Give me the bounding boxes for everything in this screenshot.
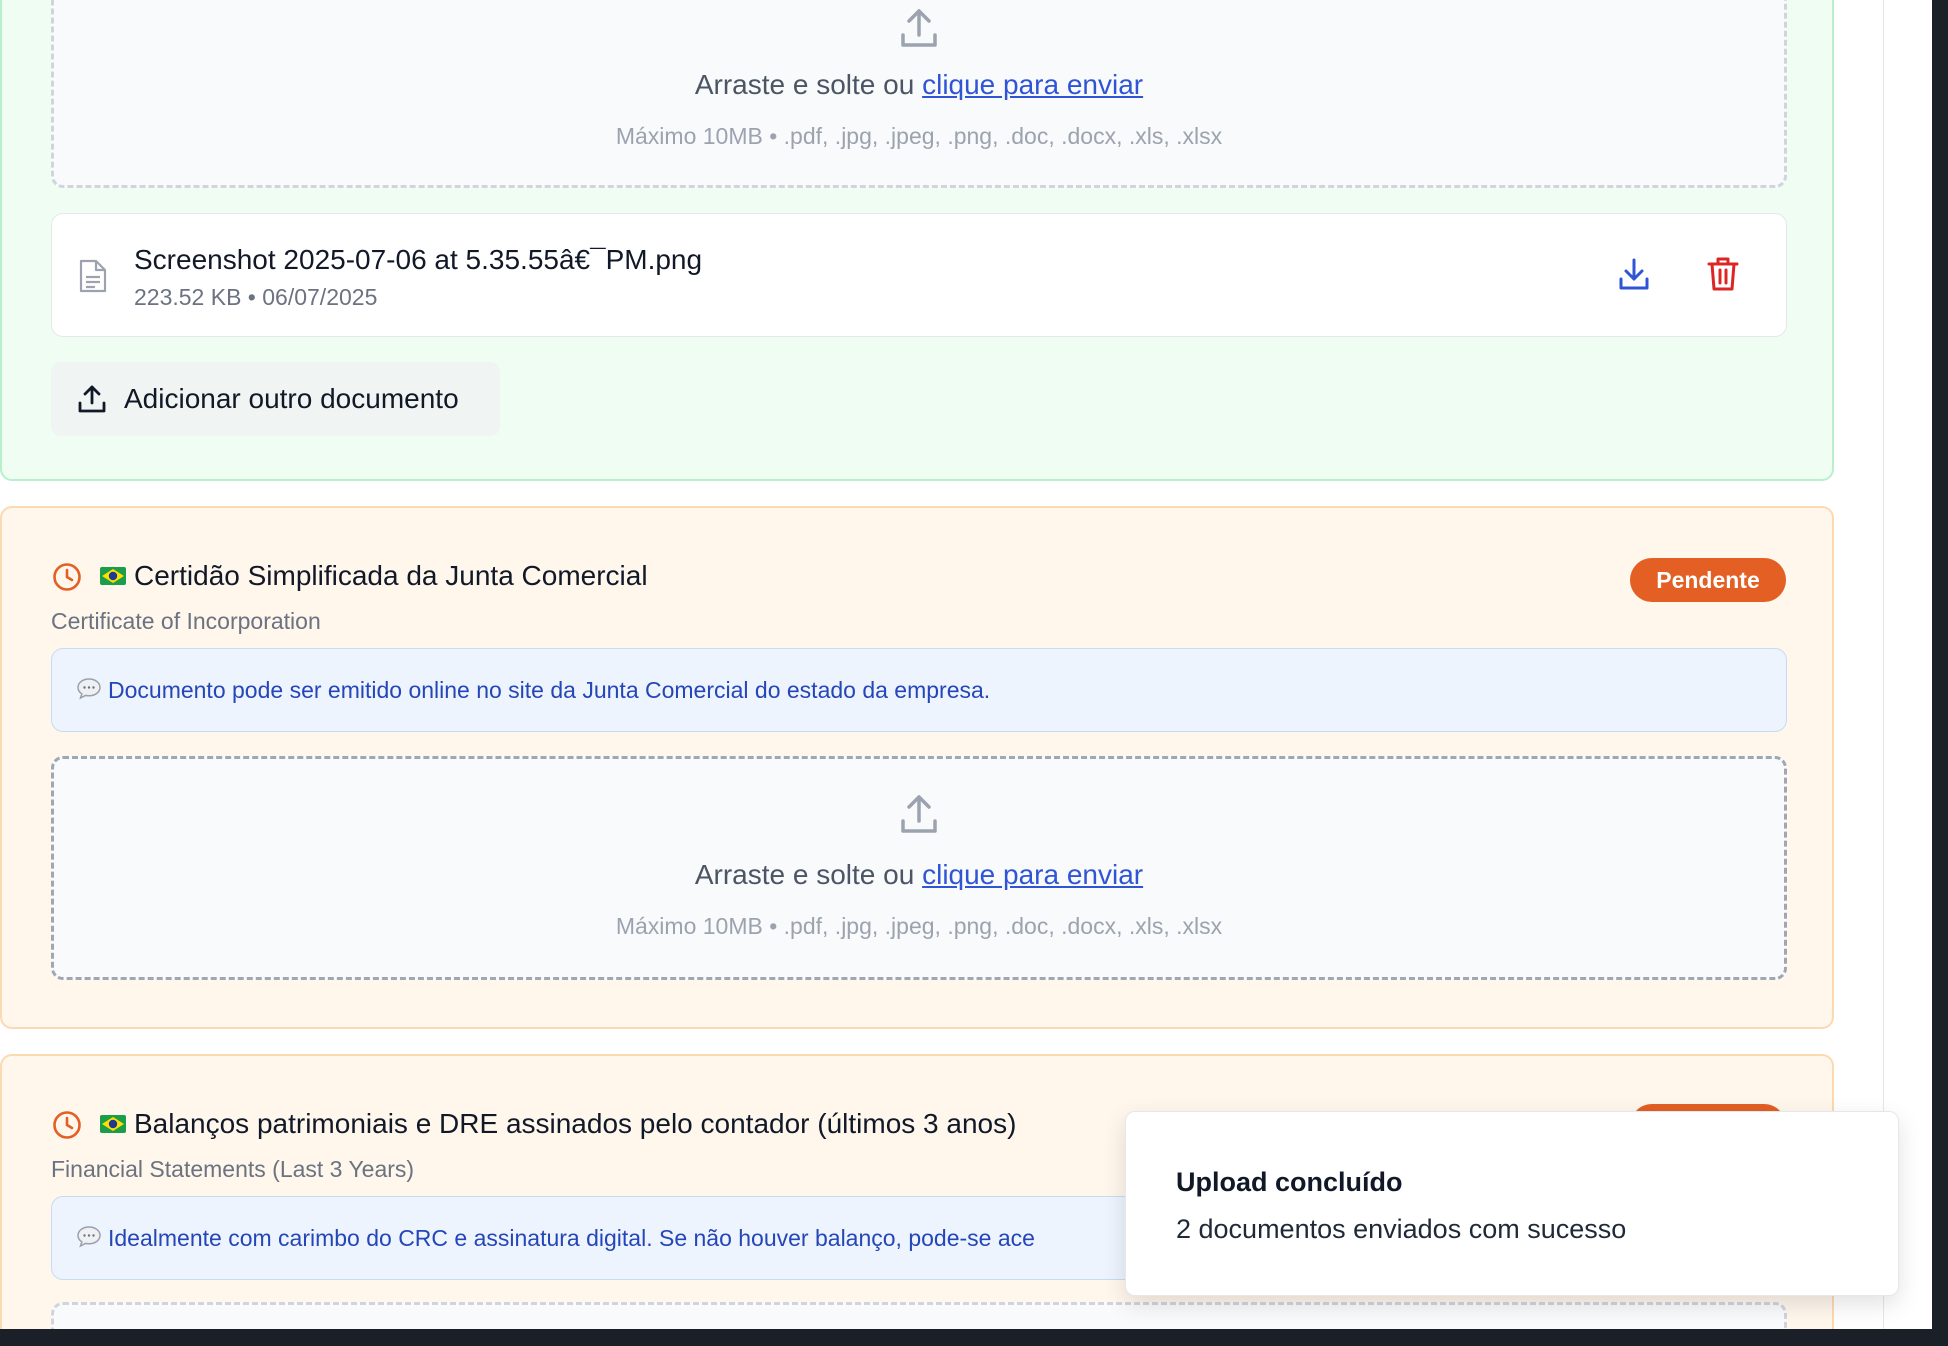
file-meta: 223.52 KB • 06/07/2025	[134, 284, 378, 310]
add-another-document-button[interactable]: Adicionar outro documento	[51, 362, 500, 436]
dropzone-text: Arraste e solte ou clique para enviar	[54, 859, 1784, 891]
dropzone-hint: Máximo 10MB • .pdf, .jpg, .jpeg, .png, .…	[615, 123, 1223, 149]
upload-dropzone[interactable]: Arraste e solte ou clique para enviar Má…	[51, 756, 1787, 980]
dropzone-hint: Máximo 10MB • .pdf, .jpg, .jpeg, .png, .…	[615, 913, 1223, 939]
upload-icon	[78, 385, 106, 413]
trash-icon[interactable]	[1706, 256, 1740, 292]
brazil-flag-icon	[100, 1115, 126, 1133]
toast-title: Upload concluído	[1176, 1167, 1403, 1197]
document-note: Documento pode ser emitido online no sit…	[51, 648, 1787, 732]
upload-icon	[901, 9, 937, 47]
viewport: Arraste e solte ou clique para enviar Má…	[0, 0, 1932, 1329]
add-button-label: Adicionar outro documento	[124, 383, 459, 414]
document-subtitle: Financial Statements (Last 3 Years)	[51, 1156, 415, 1182]
toast-description: 2 documentos enviados com sucesso	[1176, 1214, 1627, 1244]
document-card-completed: Arraste e solte ou clique para enviar Má…	[0, 0, 1834, 481]
file-name: Screenshot 2025-07-06 at 5.35.55â€¯PM.pn…	[134, 244, 703, 275]
upload-dropzone[interactable]	[51, 1302, 1787, 1329]
upload-icon	[901, 795, 937, 833]
note-text: Idealmente com carimbo do CRC e assinatu…	[108, 1225, 1035, 1251]
brazil-flag-icon	[100, 567, 126, 585]
click-to-upload-link[interactable]: clique para enviar	[922, 69, 1143, 100]
file-icon	[79, 259, 107, 293]
speech-bubble-icon	[77, 678, 101, 700]
clock-icon	[53, 1111, 81, 1139]
note-text: Documento pode ser emitido online no sit…	[108, 677, 991, 703]
toast-notification: Upload concluído 2 documentos enviados c…	[1125, 1111, 1899, 1296]
download-icon[interactable]	[1616, 256, 1652, 292]
speech-bubble-icon	[77, 1226, 101, 1248]
dropzone-instruction: Arraste e solte ou	[694, 859, 915, 890]
uploaded-file-row: Screenshot 2025-07-06 at 5.35.55â€¯PM.pn…	[51, 213, 1787, 337]
dropzone-text: Arraste e solte ou clique para enviar	[54, 69, 1784, 101]
upload-dropzone[interactable]: Arraste e solte ou clique para enviar Má…	[51, 0, 1787, 188]
clock-icon	[53, 563, 81, 591]
document-title: Certidão Simplificada da Junta Comercial	[134, 560, 648, 591]
document-title: Balanços patrimoniais e DRE assinados pe…	[134, 1108, 1017, 1139]
document-subtitle: Certificate of Incorporation	[51, 608, 321, 634]
dropzone-instruction: Arraste e solte ou	[694, 69, 915, 100]
click-to-upload-link[interactable]: clique para enviar	[922, 859, 1143, 890]
document-card-certidao: Certidão Simplificada da Junta Comercial…	[0, 506, 1834, 1029]
status-badge: Pendente	[1630, 558, 1786, 602]
